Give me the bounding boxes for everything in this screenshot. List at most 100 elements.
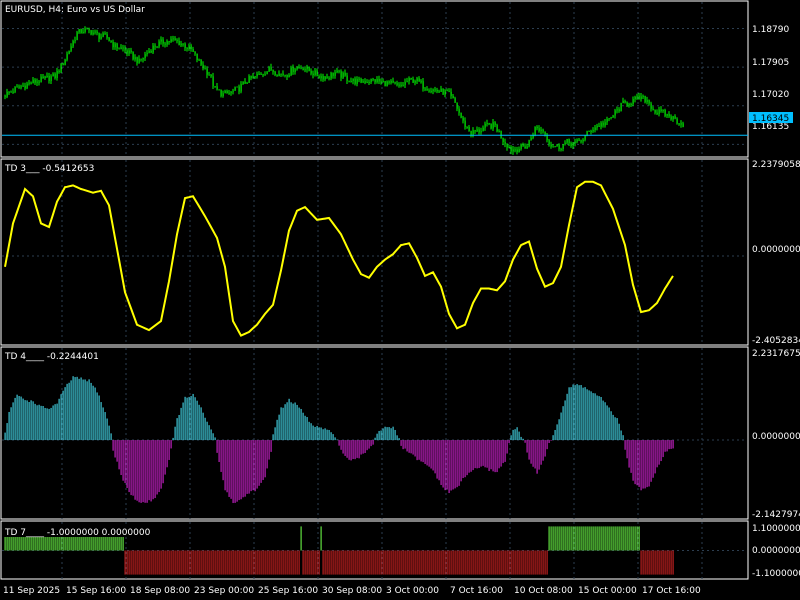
td7-bar bbox=[520, 550, 522, 575]
candle-body bbox=[388, 81, 390, 83]
td4-bar bbox=[476, 440, 478, 469]
td4-bar bbox=[74, 377, 76, 441]
td4-bar bbox=[490, 440, 492, 470]
td4-bar bbox=[174, 426, 176, 441]
candle-body bbox=[126, 50, 128, 54]
candle-body bbox=[18, 86, 20, 88]
candle-body bbox=[58, 70, 60, 72]
td4-bar bbox=[402, 440, 404, 450]
candle-body bbox=[146, 52, 148, 55]
td4-bar bbox=[18, 395, 20, 441]
candle-body bbox=[260, 73, 262, 75]
td4-bar bbox=[328, 429, 330, 441]
td3-scale-min: -2.4052834 bbox=[752, 336, 800, 346]
td4-bar bbox=[260, 440, 262, 483]
td7-bar bbox=[352, 550, 354, 575]
candle-body bbox=[246, 82, 248, 84]
candle-body bbox=[160, 39, 162, 42]
td4-bar bbox=[110, 433, 112, 441]
td7-bar bbox=[142, 550, 144, 575]
td7-bar bbox=[152, 550, 154, 575]
candle-body bbox=[178, 41, 180, 46]
td4-bar bbox=[152, 440, 154, 500]
td4-bar bbox=[270, 440, 272, 452]
td7-bar bbox=[426, 550, 428, 575]
td7-bar bbox=[296, 550, 298, 575]
td4-bar bbox=[28, 401, 30, 441]
td7-bar bbox=[458, 550, 460, 575]
candle-body bbox=[402, 84, 404, 86]
td4-bar bbox=[224, 440, 226, 491]
candle-body bbox=[330, 72, 332, 79]
td4-bar bbox=[92, 385, 94, 441]
candle-body bbox=[226, 90, 228, 94]
td4-bar bbox=[654, 440, 656, 474]
td4-bar bbox=[12, 402, 14, 441]
td4-bar bbox=[542, 440, 544, 461]
td7-bar bbox=[306, 550, 308, 575]
td7-bar bbox=[642, 550, 644, 575]
td7-bar bbox=[586, 526, 588, 551]
td7-bar bbox=[566, 526, 568, 551]
candle-body bbox=[42, 76, 44, 79]
candle-body bbox=[252, 76, 254, 79]
td4-bar bbox=[254, 440, 256, 492]
candle-body bbox=[218, 89, 220, 91]
td7-bar bbox=[342, 550, 344, 575]
candle-body bbox=[450, 91, 452, 96]
td4-bar bbox=[14, 397, 16, 441]
eurusd-chart-window[interactable]: EURUSD, H4: Euro vs US Dollar 1.18790 1.… bbox=[0, 0, 800, 600]
time-label-3: 18 Sep 08:00 bbox=[130, 586, 190, 596]
candle-body bbox=[368, 81, 370, 83]
candle-body bbox=[234, 87, 236, 91]
candle-body bbox=[44, 76, 46, 79]
candle-body bbox=[390, 80, 392, 83]
td7-bar bbox=[626, 526, 628, 551]
td4-bar bbox=[522, 438, 524, 441]
candle-body bbox=[440, 88, 442, 92]
candle-body bbox=[378, 78, 380, 82]
td7-bar bbox=[456, 550, 458, 575]
td4-bar bbox=[44, 407, 46, 441]
td4-bar bbox=[532, 440, 534, 467]
td4-bar bbox=[70, 380, 72, 441]
candle-body bbox=[454, 98, 456, 103]
candle-body bbox=[588, 130, 590, 132]
td4-bar bbox=[528, 440, 530, 460]
td7-bar bbox=[612, 526, 614, 551]
td7-bar bbox=[284, 550, 286, 575]
candle-body bbox=[578, 139, 580, 141]
chart-background bbox=[0, 0, 800, 600]
td4-bar bbox=[608, 407, 610, 441]
td4-bar bbox=[210, 429, 212, 441]
td4-bar bbox=[612, 414, 614, 441]
td7-bar bbox=[402, 550, 404, 575]
candle-body bbox=[358, 78, 360, 80]
candle-body bbox=[434, 89, 436, 91]
td4-bar bbox=[184, 396, 186, 441]
td4-bar bbox=[530, 440, 532, 464]
candle-body bbox=[506, 143, 508, 148]
current-price-label: 1.16345 bbox=[752, 114, 789, 124]
candle-body bbox=[6, 91, 8, 97]
td4-bar bbox=[282, 407, 284, 441]
td7-bar bbox=[392, 550, 394, 575]
td4-bar bbox=[186, 397, 188, 441]
td4-bar bbox=[614, 417, 616, 441]
td4-bar bbox=[556, 424, 558, 441]
candle-body bbox=[568, 139, 570, 144]
td4-bar bbox=[378, 430, 380, 441]
td4-bar bbox=[396, 435, 398, 441]
candle-body bbox=[100, 36, 102, 39]
td4-bar bbox=[592, 393, 594, 441]
td4-bar bbox=[116, 440, 118, 462]
td7-bar bbox=[390, 550, 392, 575]
td4-bar bbox=[76, 376, 78, 441]
td7-bar bbox=[330, 550, 332, 575]
candle-body bbox=[468, 126, 470, 131]
td4-bar bbox=[226, 440, 228, 493]
td4-bar bbox=[214, 437, 216, 441]
td7-bar bbox=[646, 550, 648, 575]
candle-body bbox=[26, 83, 28, 89]
candle-body bbox=[642, 95, 644, 97]
